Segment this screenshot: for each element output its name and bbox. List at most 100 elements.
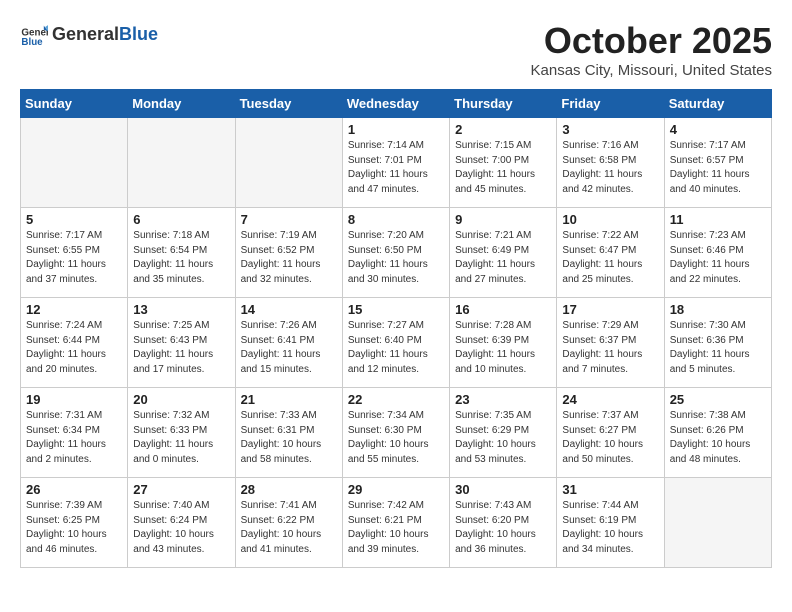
day-number: 30 xyxy=(455,482,551,497)
day-info: Sunrise: 7:41 AMSunset: 6:22 PMDaylight:… xyxy=(241,499,337,557)
day-info: Sunrise: 7:25 AMSunset: 6:43 PMDaylight:… xyxy=(133,319,229,377)
day-number: 14 xyxy=(241,302,337,317)
day-info: Sunrise: 7:37 AMSunset: 6:27 PMDaylight:… xyxy=(562,409,658,467)
calendar-cell: 11 Sunrise: 7:23 AMSunset: 6:46 PMDaylig… xyxy=(664,208,771,298)
calendar-cell: 22 Sunrise: 7:34 AMSunset: 6:30 PMDaylig… xyxy=(342,388,449,478)
svg-text:Blue: Blue xyxy=(21,37,43,48)
calendar-cell: 28 Sunrise: 7:41 AMSunset: 6:22 PMDaylig… xyxy=(235,478,342,568)
week-row-4: 19 Sunrise: 7:31 AMSunset: 6:34 PMDaylig… xyxy=(21,388,772,478)
day-number: 19 xyxy=(26,392,122,407)
calendar-cell: 5 Sunrise: 7:17 AMSunset: 6:55 PMDayligh… xyxy=(21,208,128,298)
day-number: 26 xyxy=(26,482,122,497)
day-number: 6 xyxy=(133,212,229,227)
calendar-cell: 1 Sunrise: 7:14 AMSunset: 7:01 PMDayligh… xyxy=(342,118,449,208)
day-number: 28 xyxy=(241,482,337,497)
logo-blue: Blue xyxy=(119,24,158,44)
calendar-cell: 4 Sunrise: 7:17 AMSunset: 6:57 PMDayligh… xyxy=(664,118,771,208)
day-info: Sunrise: 7:19 AMSunset: 6:52 PMDaylight:… xyxy=(241,229,337,287)
day-info: Sunrise: 7:24 AMSunset: 6:44 PMDaylight:… xyxy=(26,319,122,377)
day-info: Sunrise: 7:20 AMSunset: 6:50 PMDaylight:… xyxy=(348,229,444,287)
day-info: Sunrise: 7:34 AMSunset: 6:30 PMDaylight:… xyxy=(348,409,444,467)
day-number: 8 xyxy=(348,212,444,227)
day-info: Sunrise: 7:17 AMSunset: 6:55 PMDaylight:… xyxy=(26,229,122,287)
calendar-cell xyxy=(235,118,342,208)
calendar-cell xyxy=(128,118,235,208)
calendar-cell: 13 Sunrise: 7:25 AMSunset: 6:43 PMDaylig… xyxy=(128,298,235,388)
calendar-cell: 3 Sunrise: 7:16 AMSunset: 6:58 PMDayligh… xyxy=(557,118,664,208)
month-title: October 2025 xyxy=(531,20,772,62)
calendar-cell: 2 Sunrise: 7:15 AMSunset: 7:00 PMDayligh… xyxy=(450,118,557,208)
day-number: 20 xyxy=(133,392,229,407)
calendar-cell: 24 Sunrise: 7:37 AMSunset: 6:27 PMDaylig… xyxy=(557,388,664,478)
day-number: 27 xyxy=(133,482,229,497)
location-title: Kansas City, Missouri, United States xyxy=(531,62,772,79)
calendar-cell: 15 Sunrise: 7:27 AMSunset: 6:40 PMDaylig… xyxy=(342,298,449,388)
day-info: Sunrise: 7:43 AMSunset: 6:20 PMDaylight:… xyxy=(455,499,551,557)
day-number: 21 xyxy=(241,392,337,407)
day-info: Sunrise: 7:44 AMSunset: 6:19 PMDaylight:… xyxy=(562,499,658,557)
day-info: Sunrise: 7:33 AMSunset: 6:31 PMDaylight:… xyxy=(241,409,337,467)
day-info: Sunrise: 7:18 AMSunset: 6:54 PMDaylight:… xyxy=(133,229,229,287)
weekday-header-tuesday: Tuesday xyxy=(235,90,342,118)
day-number: 31 xyxy=(562,482,658,497)
day-number: 15 xyxy=(348,302,444,317)
day-info: Sunrise: 7:22 AMSunset: 6:47 PMDaylight:… xyxy=(562,229,658,287)
day-info: Sunrise: 7:21 AMSunset: 6:49 PMDaylight:… xyxy=(455,229,551,287)
day-number: 9 xyxy=(455,212,551,227)
day-number: 13 xyxy=(133,302,229,317)
calendar-cell: 12 Sunrise: 7:24 AMSunset: 6:44 PMDaylig… xyxy=(21,298,128,388)
day-info: Sunrise: 7:35 AMSunset: 6:29 PMDaylight:… xyxy=(455,409,551,467)
day-number: 1 xyxy=(348,122,444,137)
day-number: 25 xyxy=(670,392,766,407)
calendar-cell: 8 Sunrise: 7:20 AMSunset: 6:50 PMDayligh… xyxy=(342,208,449,298)
title-block: October 2025 Kansas City, Missouri, Unit… xyxy=(531,20,772,79)
day-info: Sunrise: 7:27 AMSunset: 6:40 PMDaylight:… xyxy=(348,319,444,377)
week-row-3: 12 Sunrise: 7:24 AMSunset: 6:44 PMDaylig… xyxy=(21,298,772,388)
weekday-header-saturday: Saturday xyxy=(664,90,771,118)
calendar-cell: 27 Sunrise: 7:40 AMSunset: 6:24 PMDaylig… xyxy=(128,478,235,568)
day-number: 23 xyxy=(455,392,551,407)
day-number: 2 xyxy=(455,122,551,137)
calendar-cell: 29 Sunrise: 7:42 AMSunset: 6:21 PMDaylig… xyxy=(342,478,449,568)
calendar-cell: 31 Sunrise: 7:44 AMSunset: 6:19 PMDaylig… xyxy=(557,478,664,568)
day-info: Sunrise: 7:30 AMSunset: 6:36 PMDaylight:… xyxy=(670,319,766,377)
logo-icon: General Blue xyxy=(20,20,48,48)
day-number: 3 xyxy=(562,122,658,137)
week-row-2: 5 Sunrise: 7:17 AMSunset: 6:55 PMDayligh… xyxy=(21,208,772,298)
day-number: 17 xyxy=(562,302,658,317)
day-info: Sunrise: 7:23 AMSunset: 6:46 PMDaylight:… xyxy=(670,229,766,287)
weekday-header-row: SundayMondayTuesdayWednesdayThursdayFrid… xyxy=(21,90,772,118)
day-info: Sunrise: 7:31 AMSunset: 6:34 PMDaylight:… xyxy=(26,409,122,467)
day-number: 18 xyxy=(670,302,766,317)
calendar-cell: 23 Sunrise: 7:35 AMSunset: 6:29 PMDaylig… xyxy=(450,388,557,478)
day-number: 12 xyxy=(26,302,122,317)
calendar-cell: 25 Sunrise: 7:38 AMSunset: 6:26 PMDaylig… xyxy=(664,388,771,478)
day-number: 16 xyxy=(455,302,551,317)
day-number: 24 xyxy=(562,392,658,407)
calendar-table: SundayMondayTuesdayWednesdayThursdayFrid… xyxy=(20,89,772,568)
calendar-cell xyxy=(664,478,771,568)
day-info: Sunrise: 7:26 AMSunset: 6:41 PMDaylight:… xyxy=(241,319,337,377)
day-info: Sunrise: 7:29 AMSunset: 6:37 PMDaylight:… xyxy=(562,319,658,377)
weekday-header-friday: Friday xyxy=(557,90,664,118)
day-number: 11 xyxy=(670,212,766,227)
calendar-cell: 9 Sunrise: 7:21 AMSunset: 6:49 PMDayligh… xyxy=(450,208,557,298)
logo-general: General xyxy=(52,24,119,44)
day-info: Sunrise: 7:32 AMSunset: 6:33 PMDaylight:… xyxy=(133,409,229,467)
calendar-cell: 30 Sunrise: 7:43 AMSunset: 6:20 PMDaylig… xyxy=(450,478,557,568)
day-info: Sunrise: 7:16 AMSunset: 6:58 PMDaylight:… xyxy=(562,139,658,197)
weekday-header-thursday: Thursday xyxy=(450,90,557,118)
calendar-cell: 18 Sunrise: 7:30 AMSunset: 6:36 PMDaylig… xyxy=(664,298,771,388)
calendar-cell: 16 Sunrise: 7:28 AMSunset: 6:39 PMDaylig… xyxy=(450,298,557,388)
weekday-header-sunday: Sunday xyxy=(21,90,128,118)
day-number: 4 xyxy=(670,122,766,137)
logo: General Blue GeneralBlue xyxy=(20,20,158,48)
day-number: 22 xyxy=(348,392,444,407)
weekday-header-monday: Monday xyxy=(128,90,235,118)
day-info: Sunrise: 7:28 AMSunset: 6:39 PMDaylight:… xyxy=(455,319,551,377)
day-info: Sunrise: 7:17 AMSunset: 6:57 PMDaylight:… xyxy=(670,139,766,197)
day-number: 7 xyxy=(241,212,337,227)
calendar-cell: 14 Sunrise: 7:26 AMSunset: 6:41 PMDaylig… xyxy=(235,298,342,388)
week-row-5: 26 Sunrise: 7:39 AMSunset: 6:25 PMDaylig… xyxy=(21,478,772,568)
calendar-cell: 7 Sunrise: 7:19 AMSunset: 6:52 PMDayligh… xyxy=(235,208,342,298)
